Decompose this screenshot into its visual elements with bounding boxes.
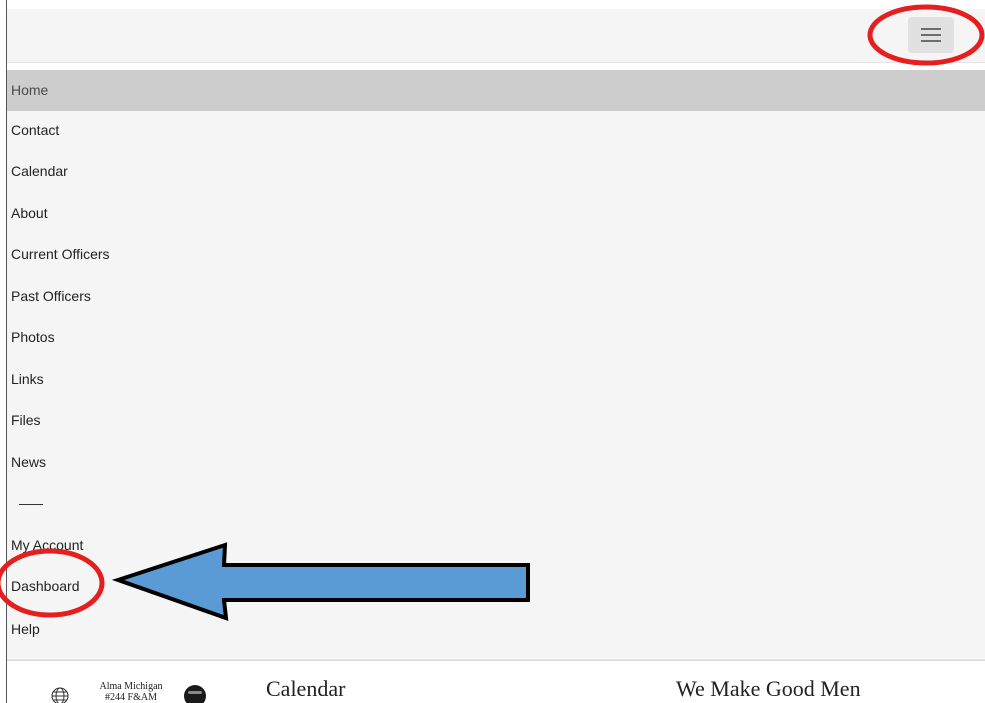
top-navigation-bar <box>7 9 985 63</box>
menu-item-past-officers[interactable]: Past Officers <box>7 276 985 317</box>
menu-item-dashboard[interactable]: Dashboard <box>7 566 985 607</box>
navigation-menu: Home Contact Calendar About Current Offi… <box>7 70 985 658</box>
lodge-name: Alma Michigan #244 F&AM <box>91 681 171 703</box>
hamburger-line <box>921 40 941 42</box>
globe-icon <box>51 687 69 703</box>
menu-item-current-officers[interactable]: Current Officers <box>7 234 985 275</box>
menu-item-files[interactable]: Files <box>7 400 985 441</box>
menu-item-calendar[interactable]: Calendar <box>7 151 985 192</box>
lodge-name-line-2: #244 F&AM <box>105 692 157 703</box>
menu-item-home[interactable]: Home <box>7 70 985 111</box>
menu-item-contact[interactable]: Contact <box>7 110 985 151</box>
page-title: Calendar <box>266 676 346 701</box>
menu-item-about[interactable]: About <box>7 193 985 234</box>
hamburger-menu-button[interactable] <box>908 17 954 53</box>
menu-item-links[interactable]: Links <box>7 359 985 400</box>
hamburger-line <box>921 34 941 36</box>
lodge-name-line-1: Alma Michigan <box>99 681 163 692</box>
menu-item-my-account[interactable]: My Account <box>7 525 985 566</box>
menu-item-news[interactable]: News <box>7 442 985 483</box>
page: Home Contact Calendar About Current Offi… <box>0 0 985 703</box>
site-header-strip: Alma Michigan #244 F&AM Calendar We Make… <box>7 661 985 703</box>
menu-item-help[interactable]: Help <box>7 609 985 650</box>
site-tagline: We Make Good Men <box>676 676 861 701</box>
lodge-seal-icon <box>184 685 206 703</box>
menu-separator <box>19 504 43 505</box>
hamburger-line <box>921 28 941 30</box>
menu-item-photos[interactable]: Photos <box>7 317 985 358</box>
